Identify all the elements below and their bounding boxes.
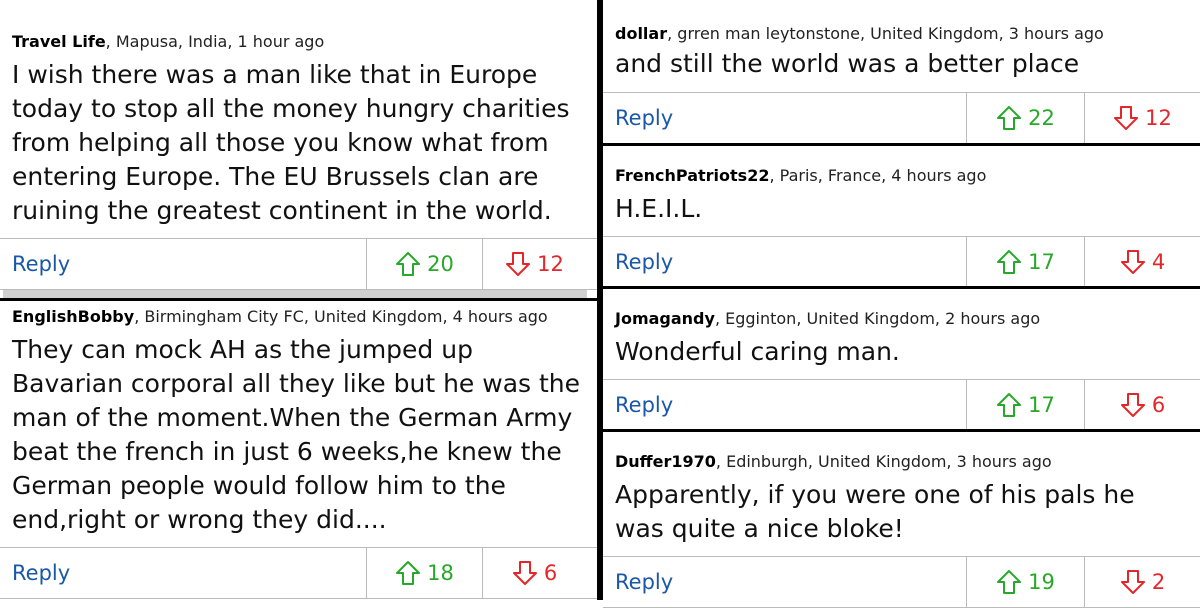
comment-meta: FrenchPatriots22, Paris, France, 4 hours… [615,166,986,185]
comment-action-bar: Reply 20 12 [0,238,597,290]
reply-link[interactable]: Reply [12,561,70,585]
arrow-up-outline-icon [396,252,421,276]
upvote-count: 17 [1028,250,1055,274]
downvote-count: 6 [543,561,558,585]
comment-action-bar: Reply 19 2 [603,556,1200,608]
arrow-down-outline-icon [1114,106,1139,130]
comment: EnglishBobby, Birmingham City FC, United… [0,301,597,600]
downvote-count: 12 [537,252,564,276]
comment-username[interactable]: EnglishBobby [12,307,134,326]
comment-action-bar: Reply 17 6 [603,379,1200,431]
upvote-button[interactable]: 22 [966,93,1084,143]
downvote-count: 4 [1151,250,1166,274]
upvote-count: 20 [427,252,454,276]
arrow-up-outline-icon [997,393,1022,417]
comment-text: H.E.I.L. [615,194,703,223]
arrow-up-outline-icon [997,570,1022,594]
comment-action-bar: Reply 18 6 [0,547,597,599]
upvote-button[interactable]: 18 [366,548,482,598]
downvote-button[interactable]: 6 [482,548,586,598]
comment-location-time: , Egginton, United Kingdom, 2 hours ago [714,309,1041,328]
comment-location-time: , grren man leytonstone, United Kingdom,… [667,24,1104,43]
comment-text: Wonderful caring man. [615,337,900,366]
downvote-button[interactable]: 12 [482,239,586,289]
downvote-button[interactable]: 6 [1084,380,1200,430]
arrow-up-outline-icon [396,561,421,585]
downvote-button[interactable]: 12 [1084,93,1200,143]
downvote-button[interactable]: 4 [1084,237,1200,287]
reply-link[interactable]: Reply [615,570,673,594]
comment-username[interactable]: Jomagandy [615,309,715,328]
arrow-down-outline-icon [1120,570,1145,594]
upvote-button[interactable]: 17 [966,380,1084,430]
comment-location-time: , Birmingham City FC, United Kingdom, 4 … [134,307,548,326]
comment-action-bar: Reply 22 12 [603,92,1200,144]
downvote-count: 12 [1145,106,1172,130]
downvote-count: 6 [1151,393,1166,417]
comment-location-time: , Mapusa, India, 1 hour ago [105,32,325,51]
separator-strip [3,290,587,298]
upvote-count: 17 [1028,393,1055,417]
comment-meta: EnglishBobby, Birmingham City FC, United… [12,307,548,326]
downvote-count: 2 [1151,570,1166,594]
comment-username[interactable]: Travel Life [12,32,106,51]
upvote-count: 22 [1028,106,1055,130]
reply-link[interactable]: Reply [615,250,673,274]
arrow-down-outline-icon [512,561,537,585]
upvote-count: 18 [427,561,454,585]
comment-text: and still the world was a better place [615,49,1080,78]
comment: Duffer1970, Edinburgh, United Kingdom, 3… [603,432,1200,608]
arrow-down-outline-icon [506,252,531,276]
reply-link[interactable]: Reply [615,393,673,417]
comment: Travel Life, Mapusa, India, 1 hour ago I… [0,0,597,298]
comment-meta: Duffer1970, Edinburgh, United Kingdom, 3… [615,452,1052,471]
upvote-button[interactable]: 17 [966,237,1084,287]
comment-username[interactable]: Duffer1970 [615,452,716,471]
reply-link[interactable]: Reply [12,252,70,276]
comment-meta: Jomagandy, Egginton, United Kingdom, 2 h… [615,309,1040,328]
comment-username[interactable]: dollar [615,24,667,43]
upvote-button[interactable]: 20 [366,239,482,289]
comment-meta: Travel Life, Mapusa, India, 1 hour ago [12,32,324,51]
arrow-up-outline-icon [997,250,1022,274]
comment-text: Apparently, if you were one of his pals … [615,480,1135,543]
comment: FrenchPatriots22, Paris, France, 4 hours… [603,146,1200,288]
comment: dollar, grren man leytonstone, United Ki… [603,0,1200,144]
comment-text: They can mock AH as the jumped up Bavari… [12,335,581,534]
right-comment-column: dollar, grren man leytonstone, United Ki… [600,0,1200,608]
comment-text: I wish there was a man like that in Euro… [12,60,570,225]
arrow-down-outline-icon [1120,250,1145,274]
comment-action-bar: Reply 17 4 [603,236,1200,288]
left-comment-column: Travel Life, Mapusa, India, 1 hour ago I… [0,0,600,600]
reply-link[interactable]: Reply [615,106,673,130]
comment-location-time: , Edinburgh, United Kingdom, 3 hours ago [715,452,1052,471]
comment-meta: dollar, grren man leytonstone, United Ki… [615,24,1104,43]
arrow-up-outline-icon [997,106,1022,130]
comment-username[interactable]: FrenchPatriots22 [615,166,769,185]
comment: Jomagandy, Egginton, United Kingdom, 2 h… [603,289,1200,431]
comment-location-time: , Paris, France, 4 hours ago [769,166,987,185]
arrow-down-outline-icon [1120,393,1145,417]
upvote-count: 19 [1028,570,1055,594]
